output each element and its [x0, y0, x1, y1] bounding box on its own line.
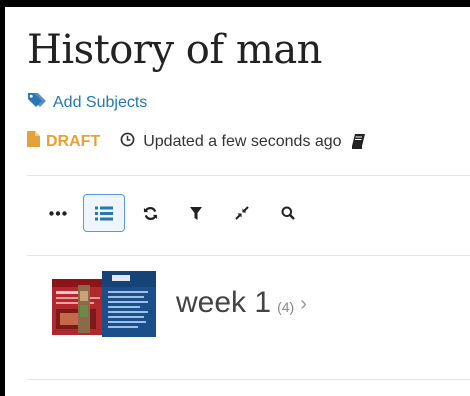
- tags-icon: [27, 92, 47, 113]
- section-count: (4): [277, 299, 295, 315]
- file-icon: [27, 131, 40, 152]
- book-icon[interactable]: [351, 134, 365, 149]
- add-subjects-label: Add Subjects: [53, 93, 148, 111]
- journal-covers-image: [52, 271, 156, 337]
- updated-text: Updated a few seconds ago: [143, 132, 342, 150]
- page-title: History of man: [27, 27, 322, 73]
- section-title: week 1: [176, 286, 272, 319]
- refresh-button[interactable]: [129, 194, 171, 232]
- list-icon: [95, 206, 113, 221]
- updated-info: Updated a few seconds ago: [120, 132, 342, 152]
- header-divider: [27, 175, 470, 176]
- clock-icon: [120, 132, 135, 152]
- list-view-button[interactable]: [83, 194, 125, 232]
- search-icon: [281, 206, 295, 220]
- filter-button[interactable]: [175, 194, 217, 232]
- status-bar: DRAFT Updated a few seconds ago: [27, 131, 365, 152]
- section-row[interactable]: week 1 (4) ›: [50, 269, 307, 337]
- toolbar: [37, 194, 313, 232]
- toolbar-divider: [27, 255, 470, 256]
- ellipsis-icon: [49, 210, 67, 216]
- draft-badge: DRAFT: [27, 131, 100, 152]
- page-frame: History of man Add Subjects DRAFT Update…: [5, 7, 470, 396]
- section-divider: [27, 379, 470, 380]
- filter-icon: [190, 206, 202, 220]
- more-options-button[interactable]: [37, 194, 79, 232]
- draft-label: DRAFT: [46, 132, 101, 150]
- chevron-right-icon: ›: [300, 292, 307, 315]
- refresh-icon: [143, 206, 158, 221]
- collapse-button[interactable]: [221, 194, 263, 232]
- section-thumbnails: [50, 269, 156, 337]
- compress-icon: [235, 206, 249, 220]
- add-subjects-link[interactable]: Add Subjects: [27, 92, 147, 113]
- search-button[interactable]: [267, 194, 309, 232]
